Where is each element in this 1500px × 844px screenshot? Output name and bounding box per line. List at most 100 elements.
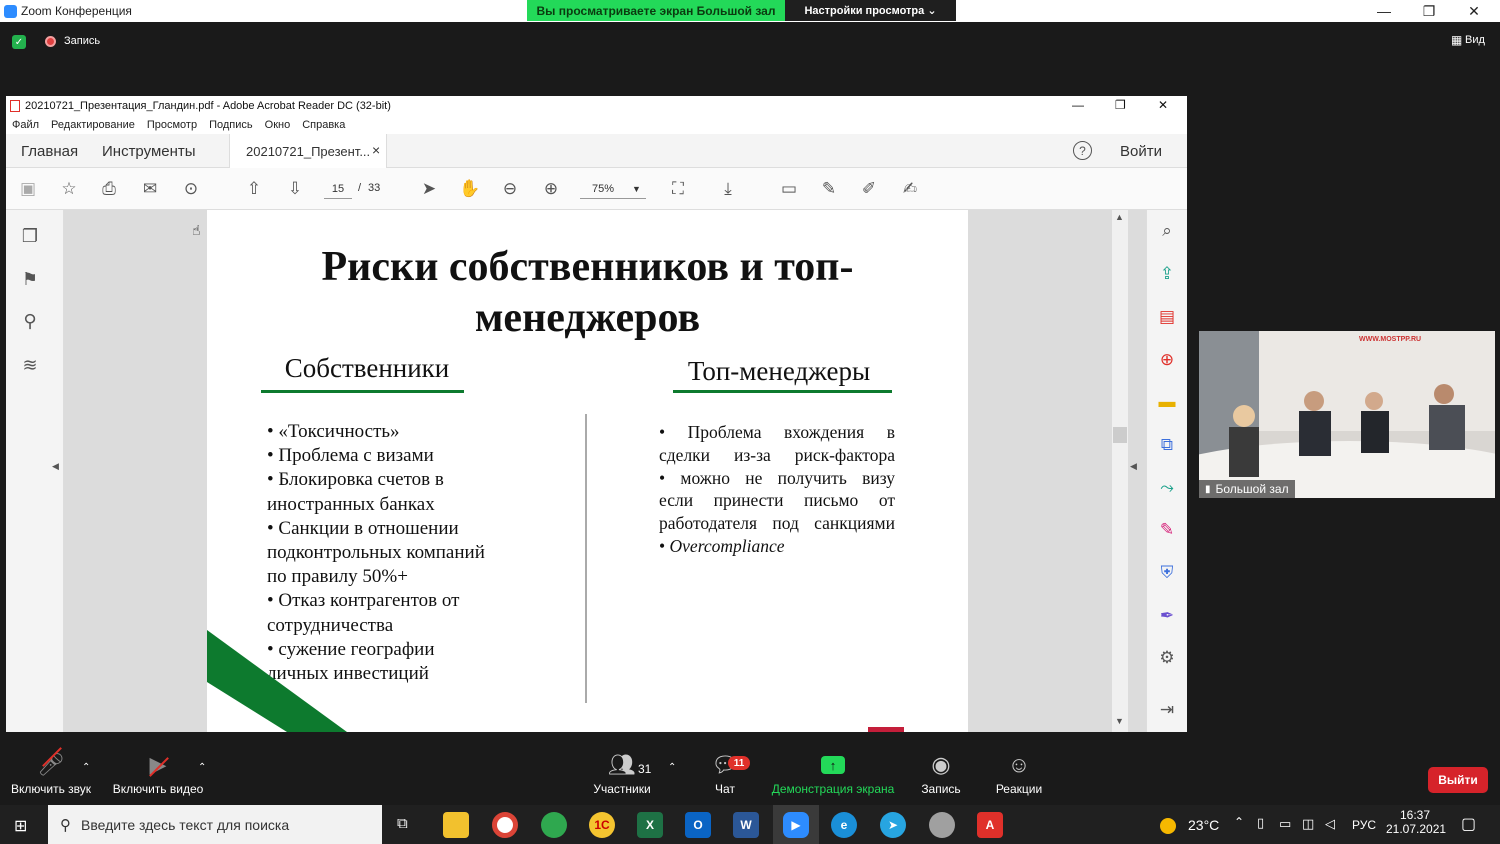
participant-name-tag: ▮ Большой зал — [1199, 480, 1295, 498]
collapse-right-icon[interactable]: ◀ — [1130, 461, 1137, 472]
taskbar-search-box[interactable]: ⚲ Введите здесь текст для поиска — [48, 805, 382, 844]
scroll-mode-icon[interactable]: ⤓ — [716, 178, 740, 200]
scroll-down-icon[interactable]: ▼ — [1115, 716, 1124, 726]
organize-pages-icon[interactable]: ▤ — [1155, 305, 1179, 329]
start-video-button[interactable]: ▶ Включить видео — [108, 748, 208, 796]
share-screen-icon: ↑ — [768, 748, 898, 782]
menu-window[interactable]: Окно — [265, 119, 291, 131]
more-tools-icon[interactable]: ⚙ — [1155, 646, 1179, 670]
highlight-pen-icon[interactable]: ✎ — [817, 178, 841, 200]
page-number-input[interactable]: 15 — [324, 179, 352, 199]
clock-time: 16:37 — [1399, 808, 1431, 822]
bookmark-icon[interactable]: ⚑ — [18, 267, 42, 291]
windows-start-icon[interactable]: ⊞ — [14, 816, 27, 836]
star-icon[interactable]: ☆ — [57, 178, 81, 200]
participants-chevron-icon[interactable]: ⌃ — [668, 762, 676, 773]
excel-icon[interactable]: X — [637, 812, 663, 838]
fill-sign-tool-icon[interactable]: ✎ — [1155, 518, 1179, 542]
comment-tool-icon[interactable]: ▬ — [1155, 390, 1179, 414]
menu-help[interactable]: Справка — [302, 119, 345, 131]
network-icon[interactable]: ◫ — [1302, 816, 1314, 832]
fill-sign-icon[interactable]: ✍ — [898, 178, 922, 200]
restore-button[interactable]: ❐ — [1406, 0, 1452, 22]
left-bullet-line: • Санкции в отношении — [267, 517, 459, 539]
record-button[interactable]: ◉ Запись — [912, 748, 970, 796]
menu-edit[interactable]: Редактирование — [51, 119, 135, 131]
tab-close-icon[interactable]: × — [372, 142, 380, 158]
comment-icon[interactable]: ▭ — [777, 178, 801, 200]
app-icon[interactable] — [929, 812, 955, 838]
tray-chevron-icon[interactable]: ⌃ — [1234, 815, 1244, 829]
weather-temp[interactable]: 23°C — [1188, 817, 1219, 833]
acrobat-taskbar-icon[interactable]: A — [977, 812, 1003, 838]
volume-icon[interactable]: ◁ — [1325, 816, 1335, 832]
signin-button[interactable]: Войти — [1120, 143, 1162, 160]
audio-options-chevron-icon[interactable]: ⌃ — [82, 762, 90, 773]
outlook-icon[interactable]: O — [685, 812, 711, 838]
search-zoom-icon[interactable]: ⌕ — [1155, 219, 1179, 243]
layers-icon[interactable]: ≋ — [18, 353, 42, 377]
battery-icon[interactable]: ▭ — [1279, 816, 1291, 832]
collapse-left-icon[interactable]: ◀ — [52, 461, 59, 472]
chrome-icon[interactable] — [492, 812, 518, 838]
scroll-thumb[interactable] — [1113, 427, 1127, 443]
page-up-icon[interactable]: ⇧ — [242, 178, 266, 200]
zoom-out-icon[interactable]: ⊖ — [498, 178, 522, 200]
word-icon[interactable]: W — [733, 812, 759, 838]
attachment-icon[interactable]: ⚲ — [18, 309, 42, 333]
menu-view[interactable]: Просмотр — [147, 119, 197, 131]
minimize-button[interactable]: — — [1361, 0, 1407, 22]
draw-icon[interactable]: ✐ — [857, 178, 881, 200]
fit-page-icon[interactable]: ⛶ — [666, 178, 690, 200]
signature-icon[interactable]: ✒ — [1155, 604, 1179, 628]
menu-sign[interactable]: Подпись — [209, 119, 253, 131]
reactions-button[interactable]: ☺ Реакции — [990, 748, 1048, 796]
send-for-review-icon[interactable]: ⤳ — [1155, 476, 1179, 500]
acrobat-restore-button[interactable]: ❐ — [1115, 98, 1126, 112]
create-pdf-icon[interactable]: ⊕ — [1155, 348, 1179, 372]
language-indicator[interactable]: РУС — [1352, 818, 1376, 832]
tab-home[interactable]: Главная — [21, 143, 78, 160]
usb-icon[interactable]: ▯ — [1257, 815, 1264, 831]
share-screen-button[interactable]: ↑ Демонстрация экрана — [768, 748, 898, 796]
export-pdf-icon[interactable]: ⇪ — [1155, 262, 1179, 286]
zoom-level-value: 75% — [592, 183, 615, 195]
globe-app-icon[interactable] — [541, 812, 567, 838]
clock[interactable]: 16:37 21.07.2021 — [1386, 808, 1446, 836]
page-down-icon[interactable]: ⇩ — [283, 178, 307, 200]
file-explorer-icon[interactable] — [443, 812, 469, 838]
print-icon[interactable]: ⎙ — [97, 178, 121, 200]
acrobat-close-button[interactable]: ✕ — [1158, 98, 1168, 112]
leave-button[interactable]: Выйти — [1428, 767, 1488, 793]
expand-pane-icon[interactable]: ⇥ — [1155, 698, 1179, 722]
email-icon[interactable]: ✉ — [138, 178, 162, 200]
save-icon[interactable]: ▣ — [16, 178, 40, 200]
combine-files-icon[interactable]: ⧉ — [1155, 433, 1179, 457]
tab-document[interactable]: 20210721_Презент... × — [229, 134, 387, 168]
task-view-icon[interactable]: ⧉ — [397, 815, 408, 832]
scroll-up-icon[interactable]: ▲ — [1115, 212, 1124, 222]
view-options-button[interactable]: Настройки просмотра ⌄ — [785, 0, 956, 21]
menu-file[interactable]: Файл — [12, 119, 39, 131]
participant-video[interactable]: WWW.MOSTPP.RU ▮ Большой зал — [1199, 331, 1495, 498]
zoom-level-select[interactable]: 75% ▼ — [580, 179, 646, 199]
protect-icon[interactable]: ⛨ — [1155, 561, 1179, 585]
help-icon[interactable]: ? — [1073, 141, 1092, 160]
zoom-controls-bar: 🎤︎ Включить звук ⌃ ▶ Включить видео ⌃ 👥︎… — [0, 747, 1500, 804]
1c-icon[interactable]: 1С — [589, 812, 615, 838]
vertical-scrollbar[interactable]: ▲ ▼ — [1112, 210, 1128, 732]
pages-icon[interactable]: ❐ — [18, 224, 42, 248]
close-button[interactable]: ✕ — [1451, 0, 1497, 22]
acrobat-minimize-button[interactable]: — — [1072, 98, 1084, 112]
edge-icon[interactable]: e — [831, 812, 857, 838]
video-options-chevron-icon[interactable]: ⌃ — [198, 762, 206, 773]
notifications-icon[interactable]: ▢ — [1461, 814, 1476, 834]
tab-tools[interactable]: Инструменты — [102, 143, 196, 160]
select-cursor-icon[interactable]: ➤ — [417, 178, 441, 200]
view-button[interactable]: Вид — [1465, 34, 1485, 46]
zoom-search-icon[interactable]: ⊙ — [179, 178, 203, 200]
hand-tool-icon[interactable]: ✋ — [458, 178, 482, 200]
zoom-in-icon[interactable]: ⊕ — [539, 178, 563, 200]
telegram-icon[interactable]: ➤ — [880, 812, 906, 838]
zoom-taskbar-icon[interactable]: ▶ — [783, 812, 809, 838]
